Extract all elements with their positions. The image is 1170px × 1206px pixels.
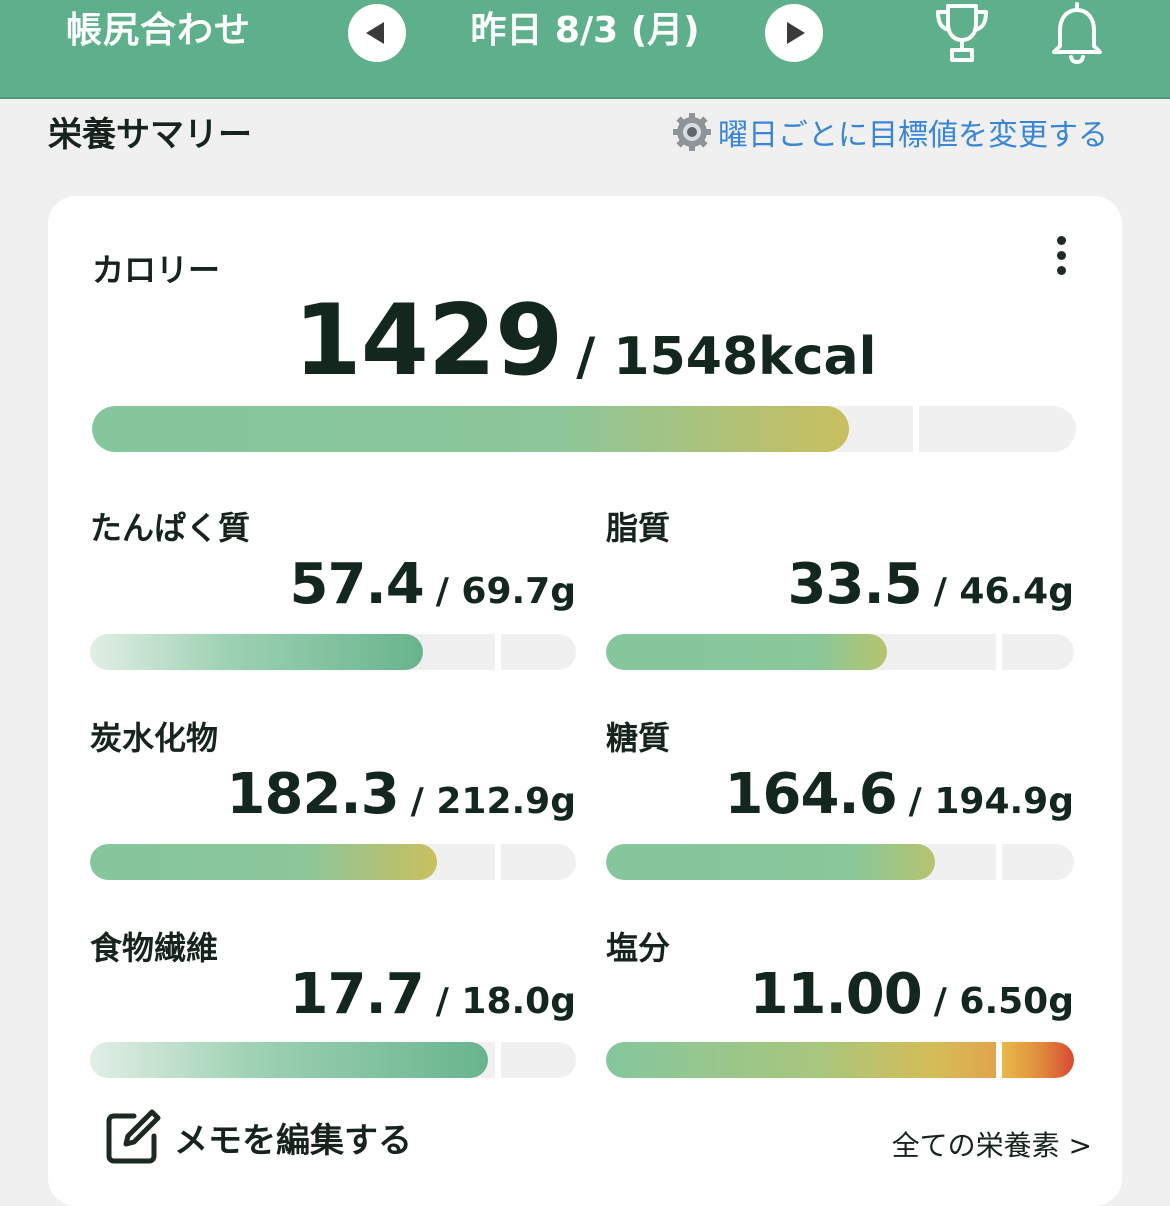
goal-marker	[996, 634, 1002, 670]
nutrition-summary-card: カロリー 1429/ 1548kcal たんぱく質 57.4/ 69.7g 脂質…	[48, 196, 1122, 1206]
goal-marker	[996, 844, 1002, 880]
edit-memo-label: メモを編集する	[174, 1120, 412, 1161]
salt-progress-bar	[606, 1042, 1074, 1078]
fiber-label: 食物繊維	[90, 929, 219, 967]
fiber-value-row: 17.7/ 18.0g	[290, 962, 576, 1027]
sugar-value: 164.6	[724, 762, 898, 827]
carbohydrate-progress-bar	[90, 844, 576, 880]
next-day-button[interactable]	[765, 4, 823, 62]
chevron-left-icon	[366, 22, 384, 44]
fat-value-row: 33.5/ 46.4g	[788, 552, 1074, 617]
sugar-progress-fill	[606, 844, 935, 880]
protein-target: / 69.7g	[435, 571, 576, 612]
fat-value: 33.5	[787, 552, 923, 617]
salt-target: / 6.50g	[933, 981, 1074, 1022]
protein-value-row: 57.4/ 69.7g	[290, 552, 576, 617]
carbohydrate-label: 炭水化物	[90, 719, 219, 757]
calorie-value: 1429	[293, 284, 564, 398]
goal-marker	[495, 1042, 501, 1078]
salt-progress-fill	[606, 1042, 996, 1078]
bell-icon[interactable]	[1046, 0, 1108, 66]
all-nutrients-link[interactable]: 全ての栄養素 >	[892, 1124, 1092, 1164]
fat-progress-bar	[606, 634, 1074, 670]
calorie-target: / 1548kcal	[576, 327, 877, 387]
goal-marker	[495, 634, 501, 670]
more-options-icon[interactable]	[1048, 232, 1074, 282]
fat-progress-fill	[606, 634, 887, 670]
top-bar: 帳尻合わせ 昨日 8/3 (月)	[0, 0, 1170, 99]
calorie-progress-bar	[92, 406, 1076, 452]
sugar-target: / 194.9g	[908, 781, 1074, 822]
sugar-value-row: 164.6/ 194.9g	[725, 762, 1074, 827]
protein-progress-fill	[90, 634, 423, 670]
goal-marker	[913, 406, 919, 452]
carbohydrate-value-row: 182.3/ 212.9g	[227, 762, 576, 827]
sugar-progress-bar	[606, 844, 1074, 880]
calorie-value-row: 1429/ 1548kcal	[48, 284, 1122, 398]
edit-icon	[106, 1109, 161, 1164]
protein-progress-bar	[90, 634, 576, 670]
salt-excess-fill	[1002, 1042, 1074, 1078]
protein-value: 57.4	[289, 552, 425, 617]
sugar-label: 糖質	[606, 719, 671, 757]
date-label: 昨日 8/3 (月)	[470, 10, 700, 51]
salt-value: 11.00	[749, 962, 923, 1027]
fiber-value: 17.7	[289, 962, 425, 1027]
chevron-right-icon	[787, 22, 805, 44]
fat-label: 脂質	[606, 509, 671, 547]
gear-icon	[673, 113, 711, 151]
change-goal-link[interactable]: 曜日ごとに目標値を変更する	[672, 110, 1108, 154]
edit-memo-button[interactable]: メモを編集する	[104, 1108, 412, 1166]
fiber-progress-bar	[90, 1042, 576, 1078]
fat-target: / 46.4g	[933, 571, 1074, 612]
protein-label: たんぱく質	[90, 509, 251, 547]
change-goal-label: 曜日ごとに目標値を変更する	[718, 118, 1108, 153]
salt-label: 塩分	[606, 929, 671, 967]
salt-value-row: 11.00/ 6.50g	[750, 962, 1074, 1027]
fiber-progress-fill	[90, 1042, 488, 1078]
section-title: 栄養サマリー	[48, 115, 252, 155]
app-title: 帳尻合わせ	[66, 10, 252, 51]
carbohydrate-value: 182.3	[226, 762, 400, 827]
carbohydrate-progress-fill	[90, 844, 437, 880]
fiber-target: / 18.0g	[435, 981, 576, 1022]
goal-marker	[495, 844, 501, 880]
previous-day-button[interactable]	[348, 4, 406, 62]
trophy-icon[interactable]	[930, 0, 994, 66]
calorie-progress-fill	[92, 406, 849, 452]
carbohydrate-target: / 212.9g	[410, 781, 576, 822]
